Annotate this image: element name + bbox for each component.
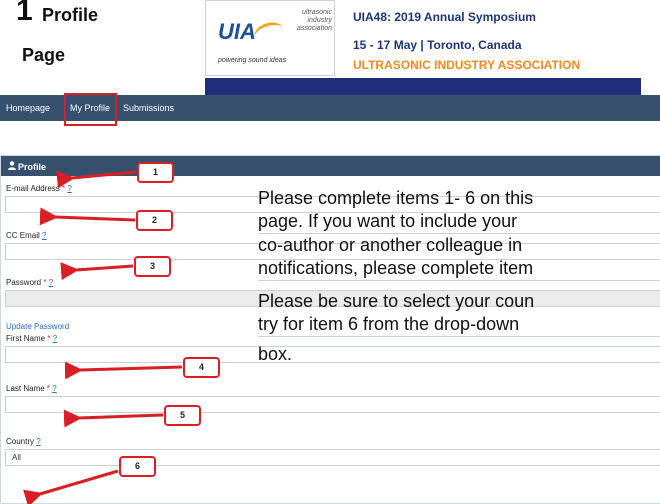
callout-arrow-5 — [63, 409, 164, 428]
callout-6: 6 — [119, 456, 156, 477]
callout-arrow-2 — [39, 207, 136, 226]
callout-arrow-4 — [64, 361, 183, 380]
callout-arrow-3 — [60, 262, 134, 281]
callout-2: 2 — [136, 210, 173, 231]
callout-3: 3 — [134, 256, 171, 277]
callout-4: 4 — [183, 357, 220, 378]
annotation-arrows — [23, 170, 183, 504]
callout-arrow-6 — [23, 469, 119, 504]
callout-1: 1 — [137, 162, 174, 183]
callout-arrow-1 — [56, 170, 137, 189]
callout-5: 5 — [164, 405, 201, 426]
